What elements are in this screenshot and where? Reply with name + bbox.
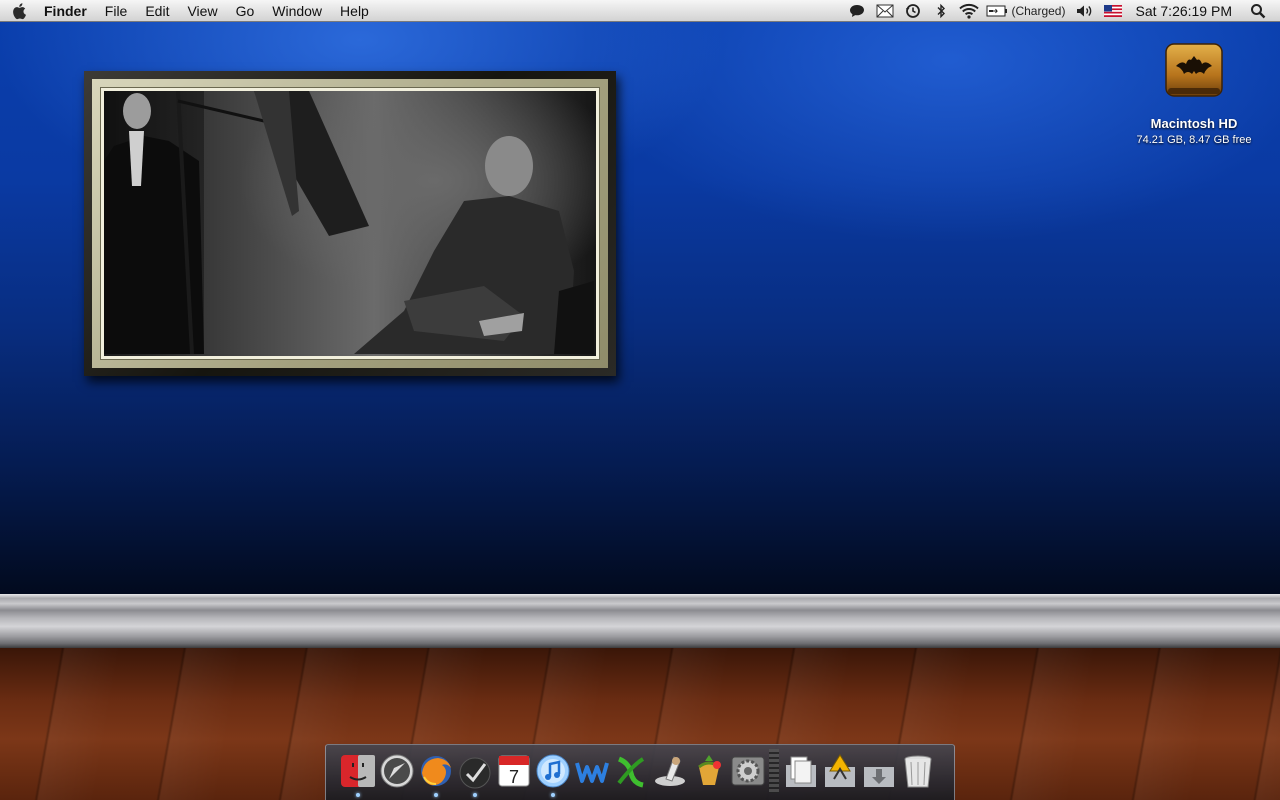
- menu-view[interactable]: View: [178, 0, 226, 22]
- menu-go[interactable]: Go: [227, 0, 264, 22]
- finder-icon[interactable]: [338, 751, 377, 797]
- hard-drive-icon: [1162, 38, 1226, 102]
- mail-icon[interactable]: [871, 0, 899, 22]
- excel-icon[interactable]: [611, 751, 650, 791]
- macintosh-hd-desktop-item[interactable]: Macintosh HD 74.21 GB, 8.47 GB free: [1126, 38, 1262, 146]
- running-indicator: [550, 793, 555, 797]
- system-preferences-icon[interactable]: [728, 751, 767, 791]
- preview-icon[interactable]: [650, 751, 689, 791]
- black-and-white-photo: [104, 91, 596, 356]
- picture-mat: [92, 79, 608, 368]
- word-icon[interactable]: [572, 751, 611, 791]
- checkmark-app-icon[interactable]: [455, 751, 494, 797]
- chat-icon[interactable]: [843, 0, 871, 22]
- adium-icon[interactable]: [689, 751, 728, 791]
- apple-menu-icon[interactable]: [0, 0, 40, 22]
- firefox-icon[interactable]: [416, 751, 455, 797]
- dock-separator: [769, 749, 779, 793]
- menu-extras: (Charged) Sat 7:26:19 PM: [843, 0, 1280, 22]
- ical-icon[interactable]: 7: [494, 751, 533, 791]
- battery-status-text[interactable]: (Charged): [1011, 4, 1071, 18]
- running-indicator: [472, 793, 477, 797]
- drive-name-label: Macintosh HD: [1150, 116, 1238, 131]
- bluetooth-icon[interactable]: [927, 0, 955, 22]
- safari-icon[interactable]: [377, 751, 416, 791]
- dock: 7: [325, 744, 955, 800]
- itunes-icon[interactable]: [533, 751, 572, 797]
- menu-help[interactable]: Help: [331, 0, 378, 22]
- wallpaper-baseboard: [0, 594, 1280, 648]
- menu-window[interactable]: Window: [263, 0, 331, 22]
- time-machine-icon[interactable]: [899, 0, 927, 22]
- menu-edit[interactable]: Edit: [136, 0, 178, 22]
- us-flag-input-icon[interactable]: [1099, 0, 1127, 22]
- applications-stack-icon[interactable]: [820, 751, 859, 791]
- ical-date: 7: [508, 767, 518, 787]
- drive-info-label: 74.21 GB, 8.47 GB free: [1136, 134, 1252, 146]
- menu-clock[interactable]: Sat 7:26:19 PM: [1127, 3, 1244, 19]
- volume-icon[interactable]: [1071, 0, 1099, 22]
- running-indicator: [355, 793, 360, 797]
- downloads-stack-icon[interactable]: [859, 751, 898, 791]
- documents-stack-icon[interactable]: [781, 751, 820, 791]
- menu-file[interactable]: File: [96, 0, 137, 22]
- spotlight-icon[interactable]: [1244, 0, 1272, 22]
- trash-icon[interactable]: [898, 751, 937, 791]
- running-indicator: [433, 793, 438, 797]
- app-menu-finder[interactable]: Finder: [40, 0, 96, 22]
- menu-bar: Finder File Edit View Go Window Help (Ch…: [0, 0, 1280, 22]
- wifi-icon[interactable]: [955, 0, 983, 22]
- wall-picture-frame: [84, 71, 616, 376]
- battery-icon[interactable]: [983, 0, 1011, 22]
